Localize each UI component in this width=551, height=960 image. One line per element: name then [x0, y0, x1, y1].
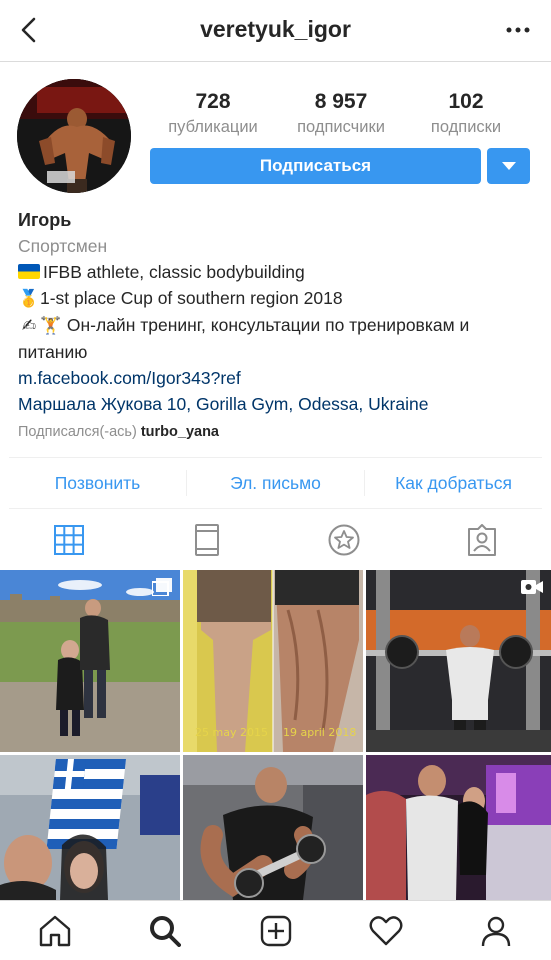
profile-bio: Игорь Спортсмен IFBB athlete, classic bo… — [18, 207, 538, 445]
search-icon — [150, 915, 182, 947]
contact-buttons-row: Позвонить Эл. письмо Как добраться — [9, 457, 542, 509]
tagged-icon — [468, 524, 497, 556]
post-caption-right: 19 april 2018 — [283, 726, 357, 739]
following-label: подписки — [430, 118, 502, 136]
followers-label: подписчики — [297, 118, 385, 136]
post-thumbnail[interactable] — [0, 755, 180, 900]
saved-star-icon — [328, 524, 360, 556]
stat-following[interactable]: 102 подписки — [401, 90, 531, 137]
followed-by[interactable]: Подписался(-ась) turbo_yana — [18, 419, 538, 445]
more-options-button[interactable] — [503, 18, 533, 42]
posts-label: публикации — [168, 118, 258, 136]
bottom-navigation — [0, 900, 551, 960]
writing-hand-icon: ✍ — [21, 316, 37, 336]
more-horizontal-icon — [506, 27, 530, 33]
medal-icon: 🥇 — [18, 289, 40, 309]
post-caption-left: 25 may 2015 — [195, 726, 268, 739]
profile-address-link[interactable]: Маршала Жукова 10, Gorilla Gym, Odessa, … — [18, 391, 538, 417]
bio-line-3: ✍ 🏋 Он-лайн тренинг, консультации по трен… — [18, 315, 470, 362]
directions-button[interactable]: Как добраться — [365, 458, 542, 508]
activity-heart-icon — [369, 915, 403, 945]
post-thumbnail[interactable] — [366, 570, 551, 752]
profile-category: Спортсмен — [18, 236, 108, 256]
followed-by-user[interactable]: turbo_yana — [141, 424, 219, 440]
profile-username: veretyuk_igor — [200, 16, 351, 42]
stat-followers[interactable]: 8 957 подписчики — [276, 90, 406, 137]
new-post-icon — [260, 915, 291, 946]
posts-count: 728 — [195, 90, 231, 113]
profile-avatar[interactable] — [17, 79, 131, 193]
nav-activity[interactable] — [331, 901, 441, 960]
grid-icon — [53, 525, 84, 555]
profile-website-link[interactable]: m.facebook.com/Igor343?ref — [18, 365, 538, 391]
tab-grid[interactable] — [0, 510, 138, 570]
post-thumbnail[interactable] — [0, 570, 180, 752]
avatar-photo — [17, 79, 131, 193]
multiple-posts-icon — [152, 578, 172, 596]
tab-tagged[interactable] — [413, 510, 551, 570]
bio-line-1: IFBB athlete, classic bodybuilding — [18, 259, 538, 285]
home-icon — [39, 915, 71, 946]
post-thumbnail[interactable]: 25 may 2015 19 april 2018 — [183, 570, 363, 752]
weightlifter-icon: 🏋 — [40, 316, 62, 336]
bio-line-2: 🥇1-st place Cup of southern region 2018 — [18, 285, 538, 312]
nav-profile[interactable] — [441, 901, 551, 960]
followers-count: 8 957 — [314, 90, 368, 113]
video-icon — [521, 580, 543, 594]
profile-icon — [481, 916, 511, 946]
nav-search[interactable] — [110, 901, 220, 960]
top-bar: veretyuk_igor — [0, 0, 551, 62]
suggestions-dropdown-button[interactable] — [487, 148, 530, 184]
back-button[interactable] — [16, 14, 44, 46]
feed-icon — [194, 524, 219, 556]
nav-home[interactable] — [0, 901, 110, 960]
nav-new-post[interactable] — [220, 901, 330, 960]
posts-grid: 25 may 2015 19 april 2018 — [0, 570, 551, 900]
email-button[interactable]: Эл. письмо — [187, 458, 364, 508]
ukraine-flag-icon — [18, 264, 40, 279]
profile-name: Игорь — [18, 210, 72, 230]
call-button[interactable]: Позвонить — [9, 458, 186, 508]
following-count: 102 — [448, 90, 484, 113]
post-thumbnail[interactable] — [183, 755, 363, 900]
post-thumbnail[interactable] — [366, 755, 551, 900]
chevron-left-icon — [21, 17, 36, 43]
follow-button[interactable]: Подписаться — [150, 148, 481, 184]
chevron-down-icon — [502, 162, 516, 170]
profile-tabs — [0, 510, 551, 570]
stat-posts[interactable]: 728 публикации — [148, 90, 278, 137]
tab-feed[interactable] — [138, 510, 276, 570]
tab-saved[interactable] — [276, 510, 414, 570]
